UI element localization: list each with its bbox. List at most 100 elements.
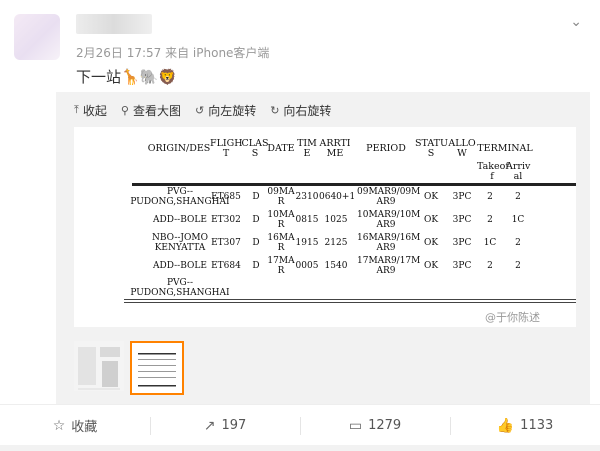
header-terminal: TERMINAL	[477, 143, 533, 154]
header-takeoff-l2: f	[490, 171, 494, 182]
favorite-button[interactable]: ☆ 收藏	[0, 405, 150, 446]
row4-allow: 3PC	[452, 261, 472, 271]
row3-arr: 2125	[324, 238, 348, 248]
weibo-post-card: ⌄ 2月26日 17:57 来自 iPhone客户端 下一站🦒🐘🦁 ⤒ 收起 ⚲…	[0, 0, 600, 451]
header-status-l2: S	[427, 148, 435, 159]
row1-time: 2310	[295, 192, 319, 202]
avatar[interactable]	[14, 14, 60, 60]
row1-date: 09MA R	[267, 187, 295, 207]
view-large-button[interactable]: ⚲ 查看大图	[121, 101, 181, 119]
header-arrival: Arriv al	[506, 162, 530, 182]
row2-period-l2: AR9	[376, 219, 396, 230]
header-status: STATU S	[415, 139, 448, 159]
footer-rule-bottom	[124, 302, 576, 303]
header-arrtime: ARRTI ME	[318, 139, 352, 159]
row2-flight: ET302	[211, 215, 241, 225]
magnifier-icon: ⚲	[120, 103, 129, 117]
comment-icon: ▭	[348, 417, 363, 434]
row5-origin: PVG-- PUDONG,SHANGHAI	[130, 278, 230, 298]
row3-time: 1915	[295, 238, 319, 248]
post-text: 下一站🦒🐘🦁	[76, 68, 178, 86]
username-blurred[interactable]	[76, 14, 152, 34]
row2-period: 10MAR9/10M AR9	[357, 210, 420, 230]
header-date: DATE	[267, 143, 295, 154]
row3-date: 16MA R	[267, 233, 295, 253]
row3-period: 16MAR9/16M AR9	[357, 233, 420, 253]
row4-flight: ET684	[211, 261, 241, 271]
star-icon: ☆	[52, 417, 66, 434]
row2-tk: 2	[487, 215, 493, 225]
like-button[interactable]: 👍 1133	[450, 405, 600, 446]
chevron-down-icon[interactable]: ⌄	[570, 14, 582, 30]
itinerary-thumbnail-icon	[132, 343, 182, 393]
like-count: 1133	[520, 418, 554, 433]
header-class-l2: S	[251, 148, 259, 159]
thumbnail-1[interactable]	[74, 341, 124, 391]
row1-flight: ET685	[211, 192, 241, 202]
header-allow-l2: W	[457, 148, 467, 159]
favorite-label: 收藏	[71, 420, 98, 435]
repost-icon: ↗	[203, 417, 216, 434]
rotate-right-icon: ↻	[270, 103, 280, 117]
thumbs-up-icon: 👍	[496, 417, 515, 434]
row4-arr: 1540	[324, 261, 348, 271]
rotate-right-label: 向右旋转	[283, 103, 332, 118]
row4-ar: 2	[515, 261, 521, 271]
thumbnail-2-selected[interactable]	[130, 341, 184, 395]
header-class: CLAS S	[241, 139, 269, 159]
row1-class: D	[252, 192, 260, 202]
header-allow: ALLO W	[448, 139, 476, 159]
header-flight-l2: T	[222, 148, 230, 159]
row2-allow: 3PC	[452, 215, 472, 225]
header-rule	[132, 183, 576, 186]
row1-date-l2: R	[277, 196, 285, 207]
header-arrtime-l2: ME	[326, 148, 344, 159]
rotate-left-label: 向左旋转	[208, 103, 257, 118]
row1-status: OK	[423, 192, 439, 202]
row3-allow: 3PC	[452, 238, 472, 248]
row4-date: 17MA R	[267, 256, 295, 276]
view-large-label: 查看大图	[132, 103, 181, 118]
row3-date-l2: R	[277, 242, 285, 253]
collapse-label: 收起	[82, 103, 107, 118]
row4-time: 0005	[295, 261, 319, 271]
row2-ar: 1C	[511, 215, 525, 225]
row2-arr: 1025	[324, 215, 348, 225]
rotate-right-button[interactable]: ↻ 向右旋转	[270, 101, 331, 119]
row2-status: OK	[423, 215, 439, 225]
comment-button[interactable]: ▭ 1279	[300, 405, 450, 446]
row2-time: 0815	[295, 215, 319, 225]
itinerary-image[interactable]: ORIGIN/DES FLIGH T CLAS S DATE TIM E ARR…	[74, 127, 576, 327]
repost-button[interactable]: ↗ 197	[150, 405, 300, 446]
image-toolbar: ⤒ 收起 ⚲ 查看大图 ↺ 向左旋转 ↻ 向右旋转	[74, 101, 331, 119]
thumbnail-strip	[74, 341, 184, 395]
row1-ar: 2	[515, 192, 521, 202]
post-meta: 2月26日 17:57 来自 iPhone客户端	[76, 46, 270, 60]
row4-period: 17MAR9/17M AR9	[357, 256, 420, 276]
arrow-up-icon: ⤒	[74, 103, 79, 116]
header-time: TIM E	[295, 139, 319, 159]
rotate-left-button[interactable]: ↺ 向左旋转	[195, 101, 256, 119]
document-photo-icon	[74, 341, 124, 391]
header-time-l2: E	[303, 148, 311, 159]
row4-period-l2: AR9	[376, 265, 396, 276]
row2-class: D	[252, 215, 260, 225]
header-flight: FLIGH T	[210, 139, 243, 159]
row4-tk: 2	[487, 261, 493, 271]
header-arrival-l2: al	[513, 171, 523, 182]
row2-date-l2: R	[277, 219, 285, 230]
row1-arr: 0640+1	[319, 192, 356, 202]
row5-origin-l2: PUDONG,SHANGHAI	[130, 287, 230, 298]
row1-allow: 3PC	[452, 192, 472, 202]
row3-ar: 2	[515, 238, 521, 248]
row3-tk: 1C	[483, 238, 497, 248]
footer-rule-top	[124, 299, 576, 300]
collapse-button[interactable]: ⤒ 收起	[74, 101, 107, 119]
repost-count: 197	[221, 418, 247, 433]
row1-period: 09MAR9/09M AR9	[357, 187, 420, 207]
header-takeoff: Takeof f	[477, 162, 509, 182]
action-bar: ☆ 收藏 ↗ 197 ▭ 1279 👍 1133	[0, 404, 600, 446]
row4-date-l2: R	[277, 265, 285, 276]
row3-period-l2: AR9	[376, 242, 396, 253]
header-period: PERIOD	[366, 143, 406, 154]
